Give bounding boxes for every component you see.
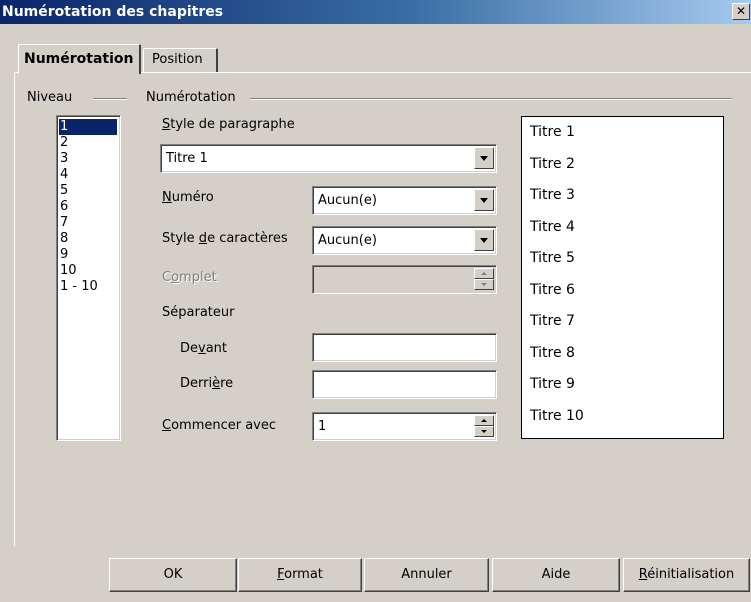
tab-position-label: Position <box>152 52 203 67</box>
complete-spinbox <box>312 265 497 294</box>
preview-item: Titre 6 <box>530 281 575 298</box>
level-item[interactable]: 2 <box>59 135 118 151</box>
start-at-value: 1 <box>318 419 327 434</box>
start-at-spin-down[interactable] <box>474 426 494 437</box>
level-group-line <box>93 98 127 100</box>
level-item[interactable]: 5 <box>59 183 118 199</box>
chevron-down-icon <box>481 283 487 286</box>
level-group-label: Niveau <box>27 90 73 105</box>
before-input[interactable] <box>312 333 497 362</box>
level-item[interactable]: 8 <box>59 231 118 247</box>
chevron-down-icon <box>480 238 488 243</box>
chevron-up-icon <box>481 272 487 275</box>
level-item[interactable]: 4 <box>59 167 118 183</box>
preview-item: Titre 3 <box>530 187 575 203</box>
complete-label: Complet <box>162 270 217 285</box>
after-label: Derrière <box>180 376 234 391</box>
tab-numerotation-label: Numérotation <box>24 51 134 67</box>
char-style-label: Style de caractères <box>162 231 288 246</box>
level-item[interactable]: 1 - 10 <box>59 279 118 295</box>
complete-spin-down <box>474 279 494 290</box>
chevron-down-icon <box>480 156 488 161</box>
window-title: Numérotation des chapitres <box>2 4 224 20</box>
paragraph-style-value: Titre 1 <box>166 151 208 166</box>
preview-item: Titre 5 <box>530 250 575 266</box>
number-label: Numéro <box>162 190 214 205</box>
paragraph-style-select[interactable]: Titre 1 <box>160 144 497 173</box>
tab-numerotation[interactable]: Numérotation <box>18 44 141 74</box>
level-list[interactable]: 1 2 3 4 5 6 7 8 9 10 1 - 10 <box>56 115 121 441</box>
separator-label: Séparateur <box>162 305 235 320</box>
preview-item: Titre 9 <box>530 376 575 392</box>
cancel-button[interactable]: Annuler <box>364 558 489 592</box>
level-item[interactable]: 6 <box>59 199 118 215</box>
level-item[interactable]: 3 <box>59 151 118 167</box>
preview-item: Titre 1 <box>530 124 575 140</box>
preview-item: Titre 8 <box>530 344 575 361</box>
close-button[interactable]: ✕ <box>732 3 750 20</box>
reset-button[interactable]: Réinitialisation <box>623 558 750 592</box>
char-style-dropdown-button[interactable] <box>474 229 494 251</box>
number-dropdown-button[interactable] <box>474 189 494 211</box>
numbering-group-line <box>250 98 732 100</box>
start-at-label: Commencer avec <box>162 418 277 433</box>
char-style-select[interactable]: Aucun(e) <box>312 226 497 255</box>
before-label: Devant <box>180 341 228 356</box>
chevron-up-icon <box>481 419 487 422</box>
numbering-group-label: Numérotation <box>146 90 236 105</box>
close-icon: ✕ <box>735 4 747 18</box>
format-button[interactable]: Format <box>238 558 362 592</box>
level-item[interactable]: 9 <box>59 247 118 263</box>
chevron-down-icon <box>480 198 488 203</box>
paragraph-style-dropdown-button[interactable] <box>474 147 494 169</box>
complete-spin-up <box>474 268 494 279</box>
preview-item: Titre 4 <box>530 218 575 235</box>
help-button[interactable]: Aide <box>492 558 620 592</box>
ok-button[interactable]: OK <box>109 558 237 592</box>
preview-item: Titre 10 <box>530 407 584 424</box>
number-select[interactable]: Aucun(e) <box>312 186 497 215</box>
level-item[interactable]: 7 <box>59 215 118 231</box>
level-item[interactable]: 10 <box>59 263 118 279</box>
after-input[interactable] <box>312 370 497 399</box>
char-style-value: Aucun(e) <box>318 233 377 248</box>
preview-item: Titre 7 <box>530 313 575 329</box>
start-at-spinbox[interactable]: 1 <box>312 412 497 441</box>
start-at-spin-up[interactable] <box>474 415 494 426</box>
chevron-down-icon <box>481 430 487 433</box>
tab-position[interactable]: Position <box>143 48 218 72</box>
numbering-preview: Titre 1 Titre 2 Titre 3 Titre 4 Titre 5 … <box>521 116 724 439</box>
paragraph-style-label: Style de paragraphe <box>162 117 295 132</box>
preview-item: Titre 2 <box>530 155 575 172</box>
title-bar: Numérotation des chapitres ✕ <box>0 0 751 24</box>
level-item[interactable]: 1 <box>59 119 117 135</box>
number-value: Aucun(e) <box>318 193 377 208</box>
